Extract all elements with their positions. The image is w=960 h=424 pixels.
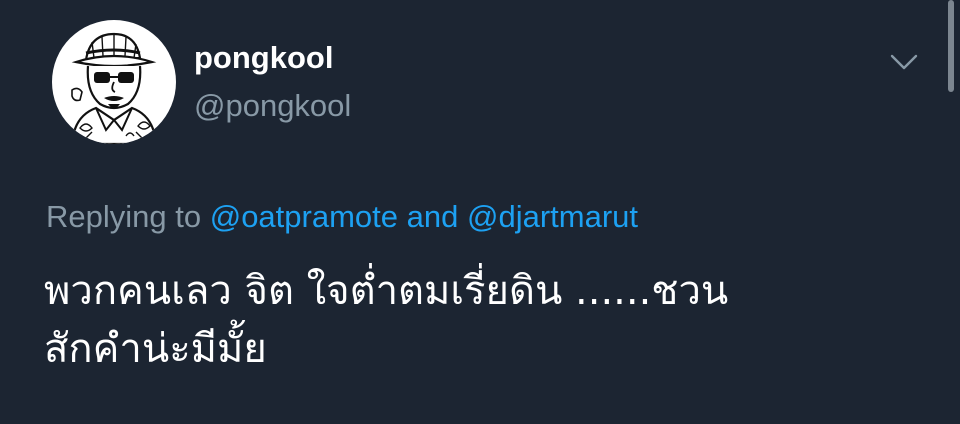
avatar[interactable] bbox=[52, 20, 176, 144]
chevron-down-icon bbox=[890, 54, 918, 70]
reply-mention-oatpramote[interactable]: @oatpramote bbox=[210, 199, 398, 234]
user-handle[interactable]: @pongkool bbox=[194, 86, 351, 126]
replying-prefix: Replying to bbox=[46, 199, 202, 234]
avatar-illustration bbox=[70, 32, 158, 144]
tweet-text-line-1: พวกคนเลว จิต ใจต่ำตมเรี่ยดิน ......ชวน bbox=[44, 268, 729, 314]
tweet-card: pongkool @pongkool Replying to @oatpramo… bbox=[0, 0, 960, 424]
tweet-text: พวกคนเลว จิต ใจต่ำตมเรี่ยดิน ......ชวน ส… bbox=[44, 262, 904, 378]
scrollbar[interactable] bbox=[948, 0, 954, 92]
reply-conjunction[interactable]: and bbox=[407, 199, 459, 234]
display-name[interactable]: pongkool bbox=[194, 38, 333, 78]
reply-mention-djartmarut[interactable]: @djartmarut bbox=[467, 199, 638, 234]
replying-to: Replying to @oatpramote and @djartmarut bbox=[46, 196, 638, 238]
tweet-menu-button[interactable] bbox=[886, 48, 922, 76]
tweet-text-line-2: สักคำน่ะมีมั้ย bbox=[44, 326, 267, 372]
